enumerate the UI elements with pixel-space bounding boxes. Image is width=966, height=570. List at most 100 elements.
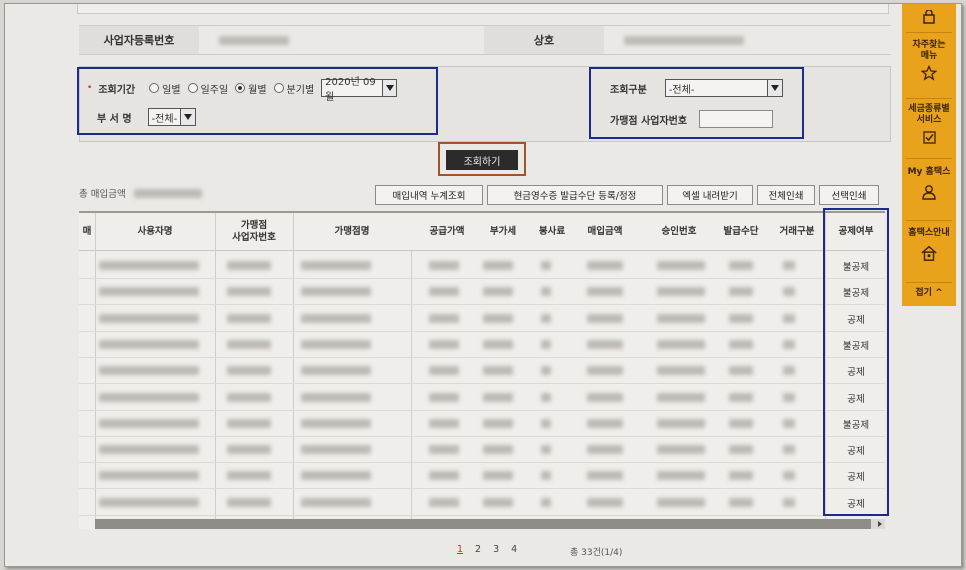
cumulative-query-button[interactable]: 매입내역 누계조회 bbox=[375, 185, 483, 205]
table-row[interactable]: 공제 bbox=[79, 463, 885, 490]
redacted-cell bbox=[429, 339, 459, 349]
redacted-cell bbox=[541, 471, 551, 481]
table-row[interactable]: 공제 bbox=[79, 437, 885, 464]
chevron-down-icon bbox=[766, 80, 782, 96]
table-row[interactable]: 불공제 bbox=[79, 332, 885, 358]
dept-row: 부 서 명 -전체- bbox=[97, 108, 196, 126]
redacted-cell bbox=[429, 287, 459, 297]
redacted-cell bbox=[541, 497, 551, 507]
arrow-right-icon bbox=[878, 521, 882, 527]
redacted-cell bbox=[429, 261, 459, 270]
table-row[interactable]: 공제 bbox=[79, 358, 885, 385]
redacted-cell bbox=[657, 445, 705, 455]
redacted-cell bbox=[729, 392, 753, 402]
redacted-cell bbox=[657, 418, 705, 428]
table-header: 매 사용자명 가맹점 사업자번호 가맹점명 공급가액 부가세 봉사료 매입금액 … bbox=[79, 213, 885, 251]
redacted-cell bbox=[587, 497, 623, 507]
redacted-cell bbox=[99, 261, 199, 270]
redacted-cell bbox=[587, 392, 623, 402]
redacted-cell bbox=[657, 261, 705, 270]
merchant-bizno-input[interactable] bbox=[699, 110, 774, 128]
redacted-cell bbox=[301, 471, 371, 481]
redacted-cell bbox=[429, 418, 459, 428]
dept-select[interactable]: -전체- bbox=[147, 108, 196, 126]
col-header: 공급가액 bbox=[429, 226, 465, 237]
col-header: 매입금액 bbox=[587, 226, 623, 237]
table-row[interactable]: 공제 bbox=[79, 306, 885, 332]
divider bbox=[906, 282, 952, 283]
redacted-cell bbox=[783, 366, 795, 376]
redacted-cell bbox=[729, 313, 753, 323]
info-row: 사업자등록번호 상호 bbox=[79, 25, 891, 55]
redacted-cell bbox=[587, 261, 623, 270]
sidebar-top-button[interactable] bbox=[902, 6, 956, 28]
redacted-cell bbox=[657, 339, 705, 349]
redacted-cell bbox=[729, 339, 753, 349]
radio-daily[interactable]: 일별 bbox=[149, 81, 181, 96]
redacted-cell bbox=[657, 392, 705, 402]
redacted-cell bbox=[301, 313, 371, 323]
col-header: 가맹점 사업자번호 bbox=[232, 220, 276, 243]
horizontal-scrollbar[interactable] bbox=[95, 519, 885, 529]
toolbar-buttons: 매입내역 누계조회 현금영수증 발급수단 등록/정정 엑셀 내려받기 전체인쇄 … bbox=[375, 185, 879, 205]
redacted-cell bbox=[99, 445, 199, 455]
table-row[interactable]: 공제 bbox=[79, 385, 885, 411]
redacted-cell bbox=[227, 497, 271, 507]
sidebar-item-my-hometax[interactable]: My 홈택스 bbox=[902, 167, 956, 200]
redacted-cell bbox=[541, 418, 551, 428]
table-row[interactable]: 불공제 bbox=[79, 279, 885, 306]
biz-reg-no-value bbox=[199, 26, 484, 54]
scroll-arrow-button[interactable] bbox=[871, 519, 885, 529]
col-header: 사용자명 bbox=[137, 226, 173, 237]
redacted-cell bbox=[227, 287, 271, 297]
divider bbox=[906, 158, 952, 159]
redacted-cell bbox=[541, 366, 551, 376]
redacted-cell bbox=[99, 392, 199, 402]
page-link[interactable]: 1 bbox=[457, 544, 463, 555]
radio-quarterly[interactable]: 분기별 bbox=[273, 81, 314, 96]
redacted-cell bbox=[541, 313, 551, 323]
sidebar-item-tax-services[interactable]: 세금종류별 서비스 bbox=[902, 104, 956, 145]
redacted-cell bbox=[587, 313, 623, 323]
redacted-cell bbox=[99, 366, 199, 376]
table-row[interactable]: 공제 bbox=[79, 490, 885, 516]
month-select[interactable]: 2020년 09월 bbox=[321, 77, 398, 103]
print-all-button[interactable]: 전체인쇄 bbox=[757, 185, 815, 205]
redacted-cell bbox=[227, 261, 271, 270]
redacted-cell bbox=[227, 366, 271, 376]
company-label: 상호 bbox=[484, 26, 604, 54]
sidebar-collapse-button[interactable]: 접기 ^ bbox=[902, 288, 956, 299]
redacted-cell bbox=[301, 366, 371, 376]
page-link[interactable]: 2 bbox=[475, 544, 481, 555]
redacted-cell bbox=[657, 497, 705, 507]
page-link[interactable]: 4 bbox=[511, 544, 517, 555]
table-row[interactable]: 불공제 bbox=[79, 411, 885, 437]
redacted-cell bbox=[301, 339, 371, 349]
print-selected-button[interactable]: 선택인쇄 bbox=[819, 185, 879, 205]
table-row[interactable]: 불공제 bbox=[79, 253, 885, 279]
page-link[interactable]: 3 bbox=[493, 544, 499, 555]
redacted-cell bbox=[483, 287, 513, 297]
col-header: 매 bbox=[82, 226, 92, 237]
excel-download-button[interactable]: 엑셀 내려받기 bbox=[667, 185, 753, 205]
purchase-table: 매 사용자명 가맹점 사업자번호 가맹점명 공급가액 부가세 봉사료 매입금액 … bbox=[79, 211, 885, 529]
col-header: 발급수단 bbox=[723, 226, 759, 237]
redacted-cell bbox=[483, 471, 513, 481]
sidebar-item-hometax-guide[interactable]: 홈택스안내 bbox=[902, 228, 956, 261]
star-icon bbox=[920, 65, 938, 81]
radio-weekly[interactable]: 일주일 bbox=[187, 81, 228, 96]
radio-monthly[interactable]: 월별 bbox=[235, 81, 267, 96]
redacted-cell bbox=[729, 445, 753, 455]
lock-icon bbox=[920, 9, 938, 25]
total-label: 총 매입금액 bbox=[79, 189, 126, 200]
redacted-cell bbox=[227, 445, 271, 455]
redacted-cell bbox=[429, 392, 459, 402]
required-mark: • bbox=[87, 83, 93, 93]
cash-receipt-register-button[interactable]: 현금영수증 발급수단 등록/정정 bbox=[487, 185, 663, 205]
type-select[interactable]: -전체- bbox=[664, 79, 783, 97]
redacted-cell bbox=[783, 261, 795, 270]
sidebar-item-favorites[interactable]: 자주찾는 메뉴 bbox=[902, 40, 956, 81]
redacted-cell bbox=[99, 418, 199, 428]
search-button[interactable]: 조회하기 bbox=[446, 150, 518, 170]
redacted-cell bbox=[483, 366, 513, 376]
